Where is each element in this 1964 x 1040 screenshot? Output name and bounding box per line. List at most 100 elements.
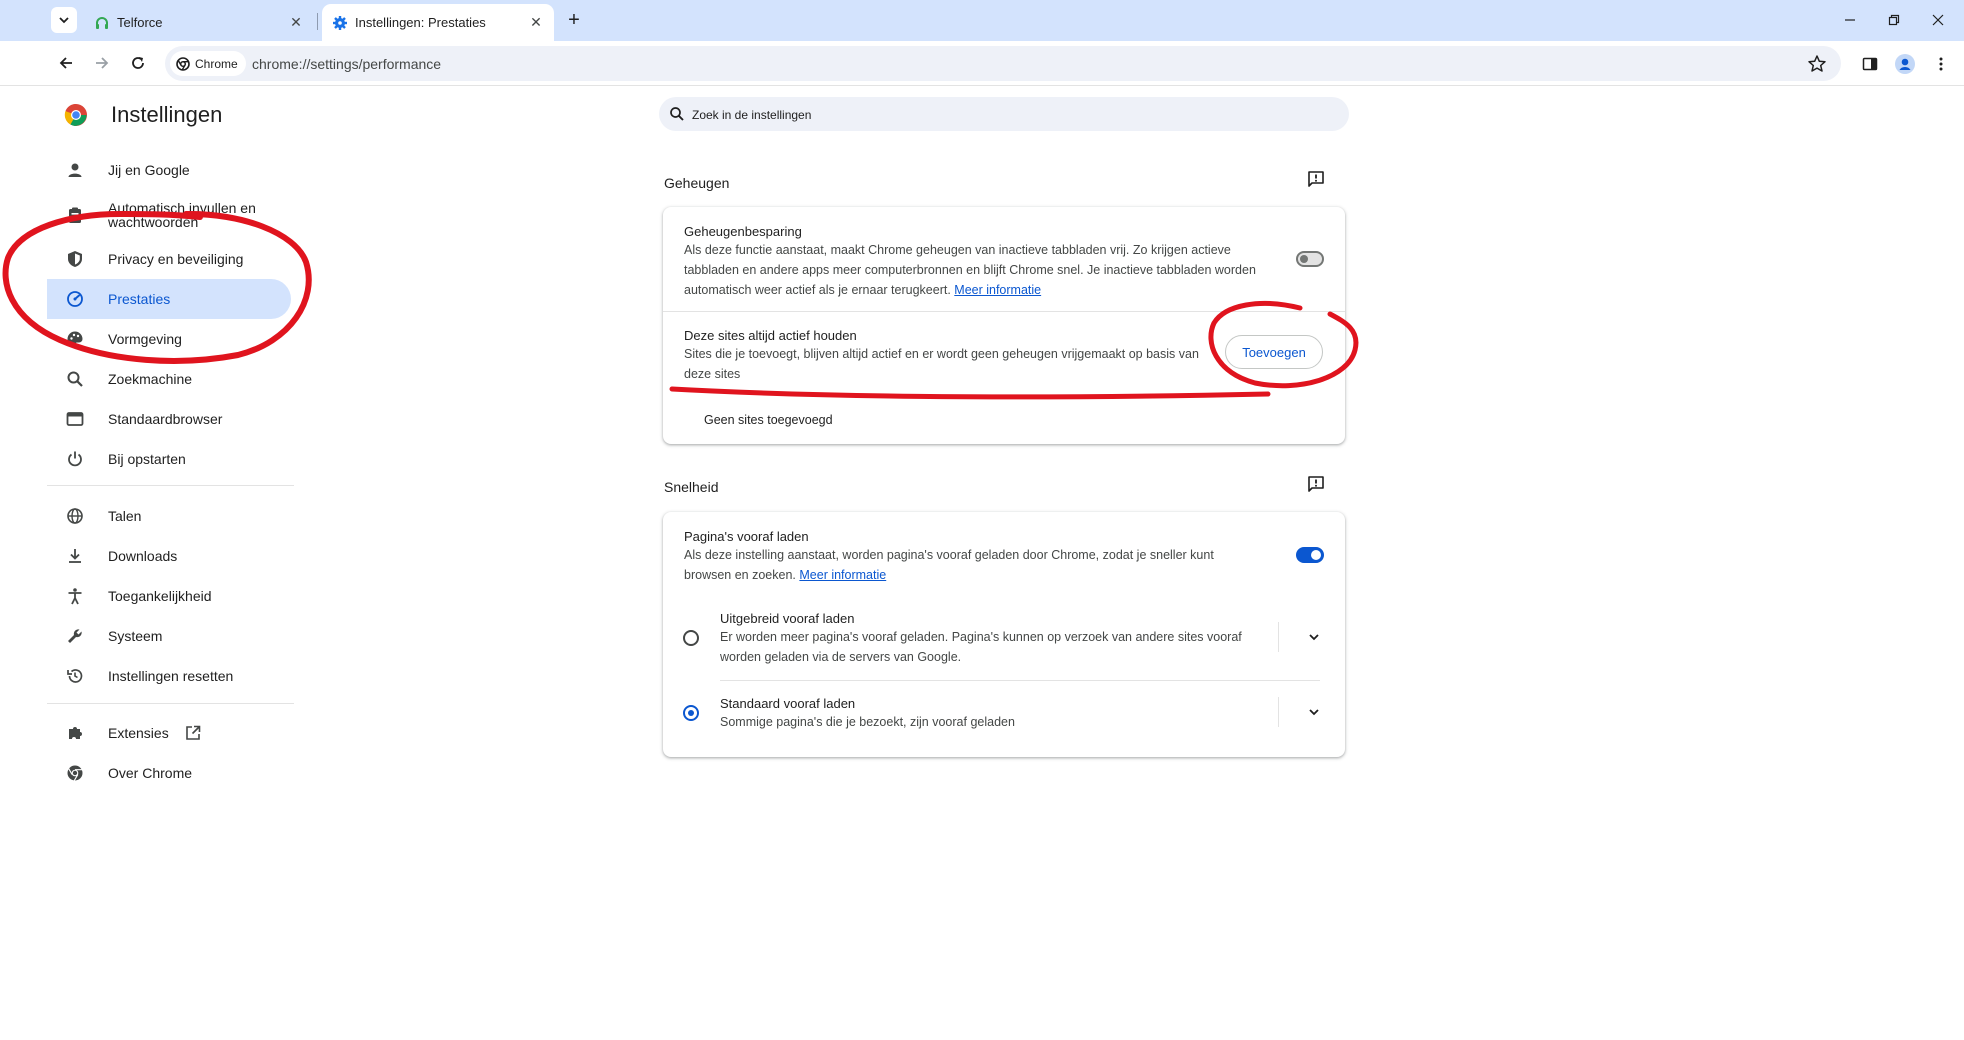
tab-telforce[interactable]: Telforce ✕ [84,4,314,41]
standard-preload-description: Sommige pagina's die je bezoekt, zijn vo… [720,715,1015,729]
extended-preload-description: Er worden meer pagina's vooraf geladen. … [720,630,1242,664]
sidebar-item-label: Toegankelijkheid [108,588,212,604]
arrow-left-icon [59,57,72,69]
sidebar-item-extensions[interactable]: Extensies [47,713,291,753]
tab-title: Instellingen: Prestaties [355,15,486,30]
accessibility-icon [68,588,82,605]
site-info-chip[interactable]: Chrome [170,51,246,76]
preload-title: Pagina's vooraf laden [684,529,809,544]
feedback-icon[interactable] [1306,474,1326,494]
expand-extended-button[interactable] [1304,627,1324,647]
more-vert-icon [1939,57,1943,71]
sidebar-item-accessibility[interactable]: Toegankelijkheid [47,576,291,616]
chevron-down-icon [1309,634,1319,641]
arrow-right-icon [96,57,109,69]
sidebar-item-privacy[interactable]: Privacy en beveiliging [47,239,291,279]
side-panel-button[interactable] [1860,54,1880,74]
tab-search-button[interactable] [51,7,77,33]
sidebar-item-label: Talen [108,508,142,524]
close-window-button[interactable] [1922,8,1954,32]
profile-button[interactable] [1895,54,1915,74]
close-tab-icon[interactable]: ✕ [526,12,546,32]
page-title: Instellingen [111,102,223,127]
reload-icon [132,57,144,69]
sidebar-item-reset-settings[interactable]: Instellingen resetten [47,656,291,696]
forward-button[interactable] [90,51,114,75]
search-icon [67,371,83,387]
preload-toggle[interactable] [1296,547,1324,563]
sidebar-item-downloads[interactable]: Downloads [47,536,291,576]
preload-description: Als deze instelling aanstaat, worden pag… [684,545,1264,585]
sidebar-item-label: Over Chrome [108,765,193,781]
chevron-down-icon [59,17,69,24]
address-bar[interactable]: Chrome chrome://settings/performance [165,46,1841,81]
sidebar-item-search-engine[interactable]: Zoekmachine [47,359,291,399]
palette-icon [67,331,83,347]
sidebar-item-about-chrome[interactable]: Over Chrome [47,753,291,793]
puzzle-icon [69,727,82,739]
add-site-button[interactable]: Toevoegen [1225,335,1323,369]
feedback-icon[interactable] [1306,169,1326,189]
tab-separator [317,13,318,30]
tab-settings[interactable]: Instellingen: Prestaties ✕ [322,4,554,41]
chrome-icon [67,765,83,781]
memory-saver-title: Geheugenbesparing [684,224,802,239]
chevron-down-icon [1309,709,1319,716]
minimize-button[interactable] [1834,8,1866,32]
side-panel-icon [1862,57,1878,71]
sidebar-item-system[interactable]: Systeem [47,616,291,656]
back-button[interactable] [54,51,78,75]
toggle-knob [1311,550,1321,560]
sidebar-divider [47,485,294,486]
url-text[interactable]: chrome://settings/performance [252,56,441,72]
chrome-icon [176,56,190,71]
settings-search-input[interactable]: Zoek in de instellingen [659,97,1349,131]
preload-desc-text: Als deze instelling aanstaat, worden pag… [684,548,1214,582]
radio-standard-preload[interactable] [683,705,699,721]
sidebar-item-languages[interactable]: Talen [47,496,291,536]
close-tab-icon[interactable]: ✕ [286,12,306,32]
sidebar-item-label: Standaardbrowser [108,411,223,427]
sidebar-item-autofill[interactable]: Automatisch invullen en wachtwoorden [47,194,291,236]
sidebar-item-label: Instellingen resetten [108,668,234,684]
wrench-icon [68,629,82,643]
card-divider [663,311,1345,312]
memory-card: Geheugenbesparing Als deze functie aanst… [663,207,1345,444]
sidebar-item-label: Automatisch invullen en wachtwoorden [108,200,256,230]
learn-more-link[interactable]: Meer informatie [954,283,1041,297]
browser-toolbar: Chrome chrome://settings/performance [0,41,1964,86]
bookmark-star-icon[interactable] [1807,54,1827,74]
sidebar-item-label: Zoekmachine [108,371,193,387]
open-in-new-icon [186,725,201,740]
memory-saver-toggle[interactable] [1296,251,1324,267]
sidebar-item-label: Systeem [108,628,163,644]
clipboard-icon [69,207,81,223]
download-icon [69,549,81,563]
sidebar-item-label: Jij en Google [108,162,190,178]
sidebar-divider [47,703,294,704]
sidebar-item-label: Bij opstarten [108,451,186,467]
chip-label: Chrome [195,56,238,71]
radio-extended-preload[interactable] [683,630,699,646]
vertical-separator [1278,697,1279,727]
new-tab-button[interactable]: + [563,9,585,31]
reload-button[interactable] [126,51,150,75]
always-active-description: Sites die je toevoegt, blijven altijd ac… [684,347,1199,381]
expand-standard-button[interactable] [1304,702,1324,722]
sidebar-item-label: Downloads [108,548,178,564]
learn-more-link[interactable]: Meer informatie [799,568,886,582]
restore-button[interactable] [1878,8,1910,32]
section-title-memory: Geheugen [664,175,730,191]
sidebar-item-default-browser[interactable]: Standaardbrowser [47,399,291,439]
person-icon [68,163,82,177]
search-placeholder: Zoek in de instellingen [692,108,812,122]
search-icon [670,107,684,121]
standard-preload-title: Standaard vooraf laden [720,696,856,711]
sidebar-item-you-and-google[interactable]: Jij en Google [47,150,291,190]
sidebar-item-on-startup[interactable]: Bij opstarten [47,439,291,479]
menu-button[interactable] [1931,54,1951,74]
sidebar-item-performance[interactable]: Prestaties [47,279,291,319]
history-icon [67,669,83,683]
sidebar-item-appearance[interactable]: Vormgeving [47,319,291,359]
close-icon [1932,14,1944,26]
